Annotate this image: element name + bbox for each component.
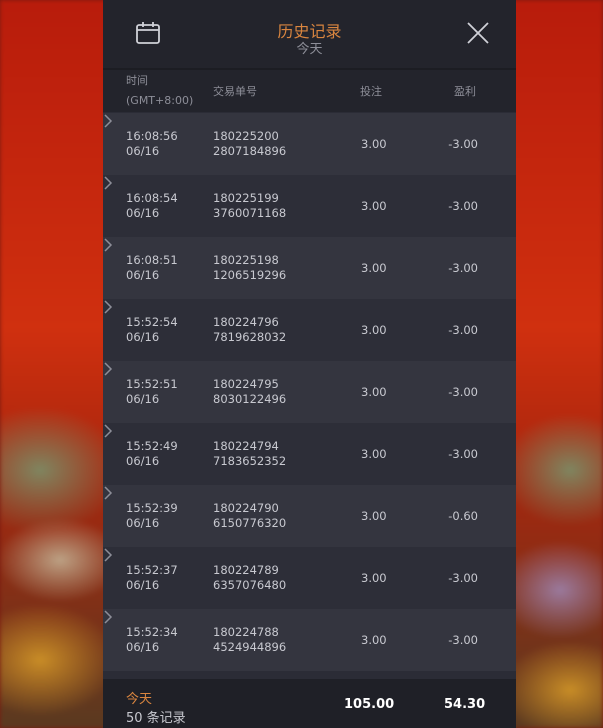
header: 历史记录 今天 [103, 0, 516, 70]
row-profit: -3.00 [448, 323, 478, 337]
row-order-id: 180225199 [213, 191, 279, 205]
row-time: 15:52:37 [126, 563, 178, 577]
chevron-right-icon[interactable] [103, 423, 113, 439]
record-count: 50 条记录 [126, 711, 186, 726]
row-bet: 3.00 [361, 385, 387, 399]
col-timezone: (GMT+8:00) [126, 94, 194, 107]
table-row[interactable]: 15:52:51 06/16 180224795 8030122496 3.00… [103, 361, 516, 423]
row-time: 15:52:39 [126, 501, 178, 515]
row-profit: -3.00 [448, 137, 478, 151]
row-date: 06/16 [126, 268, 160, 282]
table-row[interactable]: 15:52:39 06/16 180224790 6150776320 3.00… [103, 485, 516, 547]
row-order-id: 180224795 [213, 377, 279, 391]
row-order-id: 180225200 [213, 129, 279, 143]
row-time: 16:08:56 [126, 129, 178, 143]
chevron-right-icon[interactable] [103, 175, 113, 191]
row-bet: 3.00 [361, 447, 387, 461]
row-order-id-2: 2807184896 [213, 144, 287, 158]
row-bet: 3.00 [361, 261, 387, 275]
footer-label: 今天 [126, 692, 153, 707]
chevron-right-icon[interactable] [103, 113, 113, 129]
row-profit: -3.00 [448, 447, 478, 461]
row-date: 06/16 [126, 392, 160, 406]
row-order-id-2: 7183652352 [213, 454, 287, 468]
history-panel: 历史记录 今天 时间 (GMT+8:00) 交易单号 投注 盈利 16:08:5… [103, 0, 516, 728]
table-row[interactable]: 15:52:49 06/16 180224794 7183652352 3.00… [103, 423, 516, 485]
row-order-id: 180224794 [213, 439, 279, 453]
row-order-id-2: 6357076480 [213, 578, 287, 592]
row-profit: -3.00 [448, 261, 478, 275]
col-profit: 盈利 [454, 85, 476, 98]
row-bet: 3.00 [361, 633, 387, 647]
table-row[interactable]: 16:08:56 06/16 180225200 2807184896 3.00… [103, 113, 516, 175]
row-date: 06/16 [126, 330, 160, 344]
history-list: 16:08:56 06/16 180225200 2807184896 3.00… [103, 113, 516, 671]
row-bet: 3.00 [361, 199, 387, 213]
row-date: 06/16 [126, 640, 160, 654]
chevron-right-icon[interactable] [103, 609, 113, 625]
row-profit: -3.00 [448, 571, 478, 585]
chevron-right-icon[interactable] [103, 485, 113, 501]
row-time: 16:08:54 [126, 191, 178, 205]
row-order-id-2: 8030122496 [213, 392, 287, 406]
row-order-id: 180224788 [213, 625, 279, 639]
total-bet: 105.00 [344, 697, 395, 712]
summary-footer: 今天 50 条记录 105.00 54.30 [103, 679, 516, 728]
row-time: 16:08:51 [126, 253, 178, 267]
row-date: 06/16 [126, 206, 160, 220]
row-order-id: 180224790 [213, 501, 279, 515]
chevron-right-icon[interactable] [103, 299, 113, 315]
total-profit: 54.30 [444, 697, 486, 712]
row-order-id: 180224789 [213, 563, 279, 577]
row-date: 06/16 [126, 516, 160, 530]
row-order-id-2: 7819628032 [213, 330, 287, 344]
table-row[interactable]: 15:52:54 06/16 180224796 7819628032 3.00… [103, 299, 516, 361]
table-row[interactable]: 16:08:54 06/16 180225199 3760071168 3.00… [103, 175, 516, 237]
row-date: 06/16 [126, 454, 160, 468]
table-row[interactable]: 16:08:51 06/16 180225198 1206519296 3.00… [103, 237, 516, 299]
row-bet: 3.00 [361, 323, 387, 337]
row-time: 15:52:34 [126, 625, 178, 639]
table-row[interactable]: 15:52:34 06/16 180224788 4524944896 3.00… [103, 609, 516, 671]
row-time: 15:52:54 [126, 315, 178, 329]
col-order: 交易单号 [213, 85, 257, 98]
chevron-right-icon[interactable] [103, 237, 113, 253]
row-order-id-2: 1206519296 [213, 268, 287, 282]
row-order-id-2: 4524944896 [213, 640, 287, 654]
row-bet: 3.00 [361, 509, 387, 523]
row-date: 06/16 [126, 144, 160, 158]
row-order-id: 180225198 [213, 253, 279, 267]
row-profit: -3.00 [448, 633, 478, 647]
row-order-id: 180224796 [213, 315, 279, 329]
row-date: 06/16 [126, 578, 160, 592]
row-time: 15:52:49 [126, 439, 178, 453]
close-icon[interactable] [465, 20, 491, 46]
chevron-right-icon[interactable] [103, 361, 113, 377]
row-bet: 3.00 [361, 571, 387, 585]
table-row[interactable]: 15:52:37 06/16 180224789 6357076480 3.00… [103, 547, 516, 609]
column-header: 时间 (GMT+8:00) 交易单号 投注 盈利 [103, 70, 516, 112]
chevron-right-icon[interactable] [103, 547, 113, 563]
row-profit: -3.00 [448, 385, 478, 399]
row-profit: -3.00 [448, 199, 478, 213]
row-order-id-2: 3760071168 [213, 206, 287, 220]
row-time: 15:52:51 [126, 377, 178, 391]
col-bet: 投注 [360, 85, 382, 98]
row-bet: 3.00 [361, 137, 387, 151]
col-time: 时间 [126, 74, 148, 87]
row-profit: -0.60 [448, 509, 478, 523]
row-order-id-2: 6150776320 [213, 516, 287, 530]
page-subtitle: 今天 [296, 42, 323, 57]
